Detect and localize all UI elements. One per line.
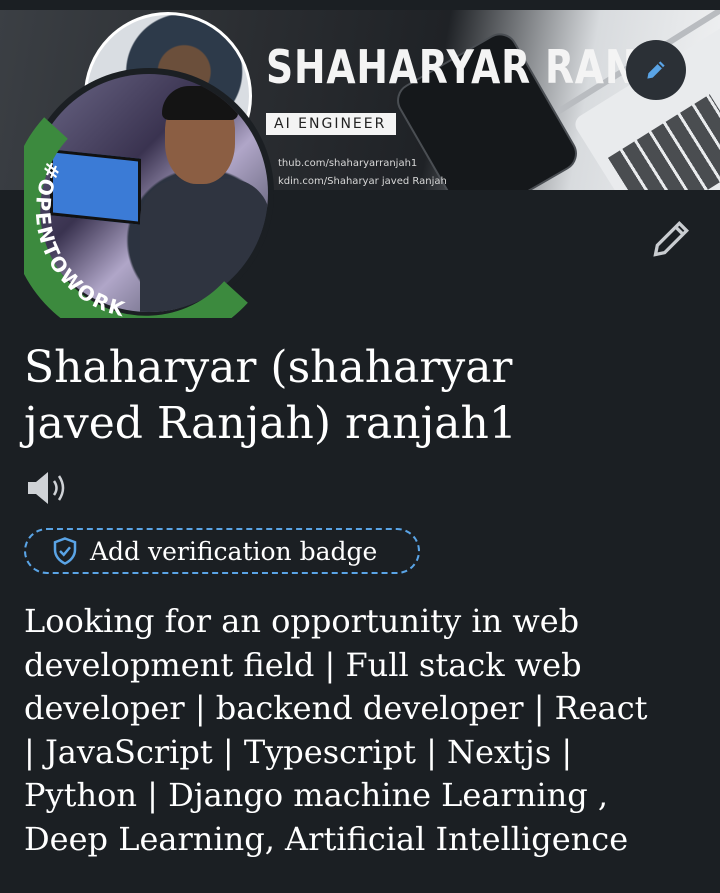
profile-headline: Looking for an opportunity in web develo… bbox=[24, 602, 648, 858]
pencil-icon bbox=[653, 220, 690, 257]
profile-name-line1: Shaharyar (shaharyar bbox=[24, 342, 513, 393]
edit-banner-button[interactable] bbox=[626, 40, 686, 100]
verification-label: Add verification badge bbox=[90, 536, 378, 566]
banner-link-github: thub.com/shaharyarranjah1 bbox=[278, 158, 418, 169]
banner-name: SHAHARYAR RANJA bbox=[266, 40, 683, 94]
profile-photo[interactable]: #OPENTOWORK bbox=[24, 68, 274, 318]
profile-name: Shaharyar (shaharyar javed Ranjah) ranja… bbox=[24, 340, 684, 452]
open-to-work-frame: #OPENTOWORK bbox=[24, 117, 248, 318]
banner-link-linkedin: kdin.com/Shaharyar javed Ranjah bbox=[278, 176, 447, 187]
add-verification-badge-button[interactable]: Add verification badge bbox=[24, 528, 420, 574]
speaker-icon bbox=[28, 472, 65, 504]
banner-title: AI ENGINEER bbox=[266, 113, 396, 135]
shield-check-icon bbox=[53, 537, 77, 565]
name-pronunciation-button[interactable] bbox=[26, 470, 70, 510]
pencil-icon bbox=[647, 61, 665, 79]
edit-profile-button[interactable] bbox=[650, 216, 694, 264]
status-strip bbox=[0, 0, 720, 10]
profile-name-line2: javed Ranjah) ranjah1 bbox=[24, 398, 517, 449]
